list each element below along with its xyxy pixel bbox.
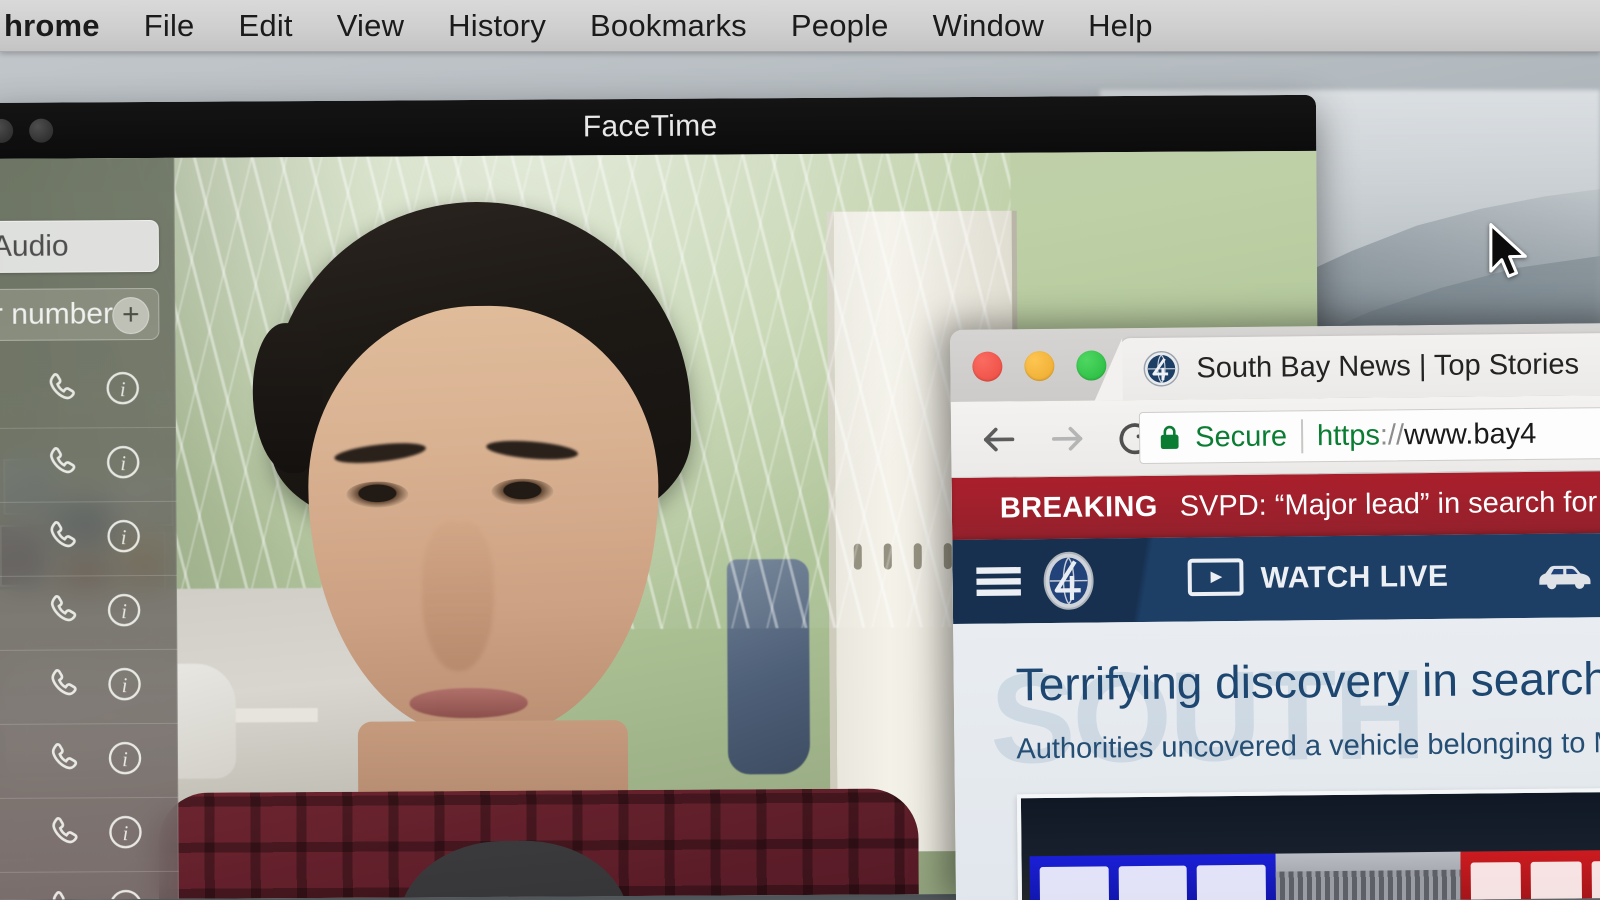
- svg-text:i: i: [120, 379, 126, 401]
- person-mouth: [409, 687, 528, 719]
- browser-tab-title: South Bay News | Top Stories: [1196, 347, 1580, 384]
- channel-4-logo-icon[interactable]: [1036, 548, 1101, 613]
- facetime-add-contact-button[interactable]: +: [112, 296, 150, 335]
- svg-text:i: i: [120, 453, 126, 475]
- chrome-tabstrip[interactable]: South Bay News | Top Stories: [950, 322, 1600, 402]
- menu-item-edit[interactable]: Edit: [217, 0, 315, 51]
- phone-icon[interactable]: [43, 590, 83, 635]
- mouse-pointer-icon: [1487, 222, 1533, 289]
- info-icon[interactable]: i: [104, 443, 142, 486]
- chrome-browser-window[interactable]: South Bay News | Top Stories Secure http…: [950, 322, 1600, 900]
- play-button-icon: [1186, 556, 1244, 602]
- info-icon[interactable]: i: [106, 739, 144, 782]
- hamburger-menu-icon[interactable]: [974, 562, 1022, 601]
- list-item[interactable]: i: [0, 649, 178, 725]
- address-bar-url[interactable]: https://www.bay4: [1317, 417, 1537, 452]
- menu-item-history[interactable]: History: [426, 0, 568, 51]
- svg-text:i: i: [122, 675, 128, 697]
- nav-item-label: WATCH LIVE: [1260, 559, 1449, 595]
- browser-tab[interactable]: South Bay News | Top Stories: [1120, 332, 1600, 401]
- list-item[interactable]: i: [0, 353, 176, 429]
- lock-icon: [1158, 425, 1181, 451]
- police-lightbar-photo: [1029, 849, 1600, 900]
- web-page-content: BREAKING SVPD: “Major lead” in search fo…: [951, 470, 1600, 900]
- menu-item-chrome[interactable]: hrome: [0, 0, 122, 51]
- phone-icon[interactable]: [42, 368, 82, 413]
- menu-item-help[interactable]: Help: [1066, 0, 1175, 51]
- phone-icon[interactable]: [44, 738, 84, 783]
- article-subheadline: Authorities uncovered a vehicle belongin…: [1016, 726, 1600, 766]
- phone-icon[interactable]: [45, 886, 85, 900]
- facetime-audio-tab[interactable]: Audio: [0, 219, 160, 274]
- macos-menubar[interactable]: hrome File Edit View History Bookmarks P…: [0, 0, 1600, 52]
- lightbar-red-section: [1460, 849, 1600, 900]
- info-icon[interactable]: i: [105, 591, 143, 634]
- url-scheme: https: [1316, 419, 1381, 452]
- facetime-search-field[interactable]: or number +: [0, 287, 160, 342]
- facetime-audio-tab-label: Audio: [0, 229, 69, 263]
- list-item[interactable]: i: [0, 575, 178, 651]
- info-icon[interactable]: i: [106, 813, 144, 856]
- list-item[interactable]: i: [0, 797, 179, 873]
- svg-text:i: i: [121, 601, 127, 623]
- menu-item-window[interactable]: Window: [911, 0, 1066, 51]
- facetime-window-title: FaceTime: [582, 109, 718, 144]
- close-button[interactable]: [972, 351, 1003, 382]
- info-icon[interactable]: i: [104, 369, 142, 412]
- svg-text:i: i: [122, 749, 128, 771]
- car-icon: [1534, 554, 1596, 598]
- channel-4-logo-icon: [1142, 350, 1180, 388]
- nav-item-traffic[interactable]: T: [1534, 553, 1600, 597]
- info-icon[interactable]: i: [105, 665, 143, 708]
- minimize-button[interactable]: [1024, 350, 1055, 382]
- svg-text:i: i: [121, 527, 127, 549]
- breaking-headline[interactable]: SVPD: “Major lead” in search for Ma: [1180, 485, 1600, 523]
- site-navigation-bar[interactable]: WATCH LIVE T: [952, 532, 1600, 624]
- lightbar-center-section: [1275, 851, 1461, 900]
- facetime-titlebar[interactable]: FaceTime: [0, 94, 1317, 159]
- article-image[interactable]: [1016, 786, 1600, 900]
- facetime-search-placeholder: or number: [0, 297, 114, 332]
- list-item[interactable]: i: [0, 501, 177, 577]
- chrome-window-controls[interactable]: [972, 350, 1107, 382]
- list-item[interactable]: i: [0, 427, 177, 503]
- list-item[interactable]: i: [0, 723, 179, 799]
- phone-icon[interactable]: [43, 516, 83, 561]
- security-label: Secure: [1194, 419, 1288, 453]
- phone-icon[interactable]: [42, 442, 82, 487]
- url-separator: ://: [1379, 418, 1405, 452]
- menu-item-people[interactable]: People: [769, 0, 911, 51]
- forward-arrow-icon: [1047, 418, 1087, 458]
- info-icon[interactable]: i: [107, 887, 145, 900]
- info-icon[interactable]: i: [105, 517, 143, 560]
- svg-text:i: i: [123, 823, 129, 845]
- menu-item-view[interactable]: View: [315, 0, 426, 51]
- breaking-news-banner[interactable]: BREAKING SVPD: “Major lead” in search fo…: [951, 470, 1600, 540]
- phone-icon[interactable]: [43, 664, 83, 709]
- nav-item-watch-live[interactable]: WATCH LIVE: [1186, 554, 1449, 602]
- menu-item-file[interactable]: File: [122, 0, 217, 51]
- address-bar[interactable]: Secure https://www.bay4: [1138, 406, 1600, 465]
- person-face: [307, 304, 660, 738]
- menu-item-bookmarks[interactable]: Bookmarks: [568, 0, 769, 51]
- list-item[interactable]: i: [0, 871, 180, 900]
- phone-icon[interactable]: [44, 812, 84, 857]
- breaking-label: BREAKING: [999, 490, 1158, 524]
- chrome-toolbar[interactable]: Secure https://www.bay4: [950, 394, 1600, 478]
- back-arrow-icon[interactable]: [979, 419, 1019, 459]
- lightbar-blue-section: [1029, 853, 1277, 900]
- omnibox-divider: [1300, 419, 1304, 454]
- url-host: www.bay4: [1403, 417, 1537, 451]
- article-section: SOUTH Terrifying discovery in search f A…: [953, 616, 1600, 900]
- person-nose: [421, 520, 495, 672]
- facetime-sidebar[interactable]: Audio or number + i i i i i i i: [0, 157, 180, 900]
- article-headline[interactable]: Terrifying discovery in search f: [1015, 651, 1600, 711]
